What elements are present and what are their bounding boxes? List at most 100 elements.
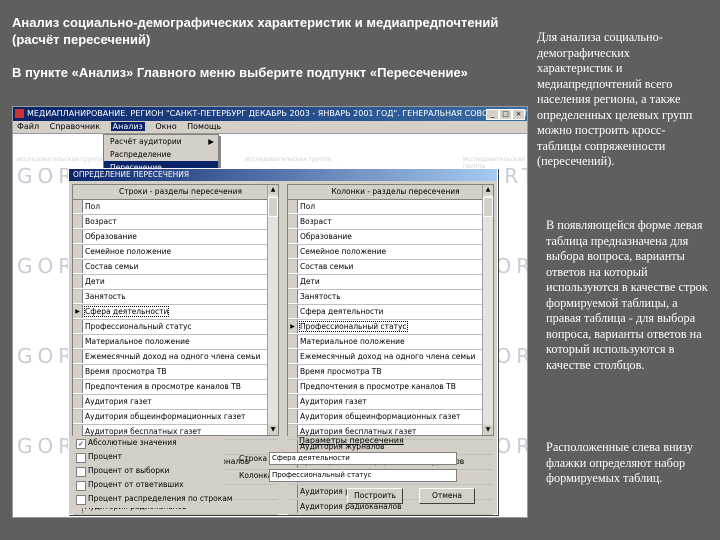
table-row[interactable]: Ежемесячный доход на одного члена семьи: [288, 350, 493, 365]
table-row[interactable]: Дети: [288, 275, 493, 290]
table-row[interactable]: Состав семьи: [73, 260, 278, 275]
scroll-thumb[interactable]: [483, 197, 493, 217]
maximize-icon[interactable]: □: [499, 109, 512, 120]
row-field[interactable]: Сфера деятельности: [269, 452, 457, 465]
row-selector[interactable]: [288, 230, 298, 243]
menu-analysis[interactable]: Анализ: [110, 122, 145, 131]
close-icon[interactable]: ×: [512, 109, 525, 120]
table-row[interactable]: Состав семьи: [288, 260, 493, 275]
menu-item-distribution[interactable]: Распределение: [104, 148, 218, 161]
row-selector[interactable]: [288, 200, 298, 213]
row-selector[interactable]: [73, 365, 83, 378]
row-selector[interactable]: [73, 350, 83, 363]
checkbox-box[interactable]: ✓: [76, 439, 86, 449]
checkbox-box[interactable]: [76, 495, 86, 505]
table-row[interactable]: Дети: [73, 275, 278, 290]
build-button[interactable]: Построить: [347, 488, 403, 504]
table-row[interactable]: Ежемесячный доход на одного члена семьи: [73, 350, 278, 365]
row-selector[interactable]: [73, 215, 83, 228]
table-row[interactable]: Пол: [73, 200, 278, 215]
row-selector[interactable]: [288, 395, 298, 408]
checkbox-box[interactable]: [76, 467, 86, 477]
row-selector[interactable]: [73, 335, 83, 348]
checkbox-percent-respondents[interactable]: Процент от ответивших: [74, 478, 224, 492]
row-selector[interactable]: [73, 395, 83, 408]
scroll-up-icon[interactable]: ▲: [483, 185, 493, 195]
table-row[interactable]: ▶ Сфера деятельности: [73, 305, 278, 320]
row-selector[interactable]: [73, 380, 83, 393]
row-selector[interactable]: [73, 260, 83, 273]
menu-window[interactable]: Окно: [155, 122, 176, 131]
table-row[interactable]: Занятость: [288, 290, 493, 305]
menu-file[interactable]: Файл: [17, 122, 39, 131]
row-selector[interactable]: [73, 290, 83, 303]
row-selector[interactable]: [288, 305, 298, 318]
table-row[interactable]: Возраст: [288, 215, 493, 230]
menu-reference[interactable]: Справочник: [50, 122, 100, 131]
table-row[interactable]: Аудитория газет: [288, 395, 493, 410]
scroll-down-icon[interactable]: ▼: [268, 425, 278, 435]
minimize-icon[interactable]: _: [486, 109, 499, 120]
table-row[interactable]: Аудитория газет: [73, 395, 278, 410]
table-row[interactable]: Занятость: [73, 290, 278, 305]
menu-bar: Файл Справочник Анализ Окно Помощь: [13, 121, 527, 134]
scroll-thumb[interactable]: [268, 197, 278, 217]
row-selector[interactable]: [73, 200, 83, 213]
checkbox-absolute[interactable]: ✓ Абсолютные значения: [74, 436, 224, 450]
description-paragraph-2: В появляющейся форме левая таблица предн…: [546, 218, 708, 372]
checkbox-percent-rows[interactable]: Процент распределения по строкам: [74, 492, 233, 506]
row-selector[interactable]: [288, 290, 298, 303]
table-row[interactable]: Материальное положение: [73, 335, 278, 350]
table-row[interactable]: Пол: [288, 200, 493, 215]
scroll-down-icon[interactable]: ▼: [483, 425, 493, 435]
table-row[interactable]: ▶ Профессиональный статус: [288, 320, 493, 335]
columns-table[interactable]: Колонки - разделы пересечения Пол Возраст…: [287, 184, 494, 515]
rows-table-scrollbar[interactable]: ▲ ▼: [267, 185, 278, 435]
row-selector[interactable]: [288, 275, 298, 288]
checkbox-percent-sample[interactable]: Процент от выборки: [74, 464, 224, 478]
row-label: Пол: [85, 202, 101, 211]
table-row[interactable]: Аудитория общеинформационных газет: [73, 410, 278, 425]
table-row[interactable]: Сфера деятельности: [288, 305, 493, 320]
table-row[interactable]: Аудитория общеинформационных газет: [288, 410, 493, 425]
row-label: Материальное положение: [85, 337, 190, 346]
table-row[interactable]: Образование: [288, 230, 493, 245]
row-selector[interactable]: [73, 245, 83, 258]
row-selector[interactable]: [73, 410, 83, 423]
columns-table-scrollbar[interactable]: ▲ ▼: [482, 185, 493, 435]
row-selector[interactable]: [73, 230, 83, 243]
table-row[interactable]: Предпочтения в просмотре каналов ТВ: [73, 380, 278, 395]
row-selector[interactable]: [288, 335, 298, 348]
table-row[interactable]: Время просмотра ТВ: [288, 365, 493, 380]
table-row[interactable]: Возраст: [73, 215, 278, 230]
checkbox-box[interactable]: [76, 453, 86, 463]
table-row[interactable]: Материальное положение: [288, 335, 493, 350]
row-pointer-icon[interactable]: ▶: [288, 320, 298, 333]
row-selector[interactable]: [288, 365, 298, 378]
rows-table[interactable]: Строки - разделы пересечения Пол Возраст О…: [72, 184, 279, 515]
table-row[interactable]: Семейное положение: [73, 245, 278, 260]
checkbox-percent[interactable]: Процент: [74, 450, 224, 464]
table-row[interactable]: Семейное положение: [288, 245, 493, 260]
row-selector[interactable]: [288, 410, 298, 423]
watermark-caption: исследовательская группа: [245, 156, 331, 163]
row-pointer-icon[interactable]: ▶: [73, 305, 83, 318]
row-selector[interactable]: [288, 380, 298, 393]
scroll-up-icon[interactable]: ▲: [268, 185, 278, 195]
menu-help[interactable]: Помощь: [187, 122, 221, 131]
row-selector[interactable]: [73, 320, 83, 333]
menu-item-audience[interactable]: Расчёт аудитории ▶: [104, 135, 218, 148]
column-field[interactable]: Профессиональный статус: [269, 469, 457, 482]
row-selector[interactable]: [288, 215, 298, 228]
cancel-button[interactable]: Отмена: [419, 488, 475, 504]
row-selector[interactable]: [288, 245, 298, 258]
table-row[interactable]: Время просмотра ТВ: [73, 365, 278, 380]
row-selector[interactable]: [73, 275, 83, 288]
table-row[interactable]: Образование: [73, 230, 278, 245]
row-label: Время просмотра ТВ: [300, 367, 382, 376]
table-row[interactable]: Предпочтения в просмотре каналов ТВ: [288, 380, 493, 395]
checkbox-box[interactable]: [76, 481, 86, 491]
table-row[interactable]: Профессиональный статус: [73, 320, 278, 335]
row-selector[interactable]: [288, 350, 298, 363]
row-selector[interactable]: [288, 260, 298, 273]
